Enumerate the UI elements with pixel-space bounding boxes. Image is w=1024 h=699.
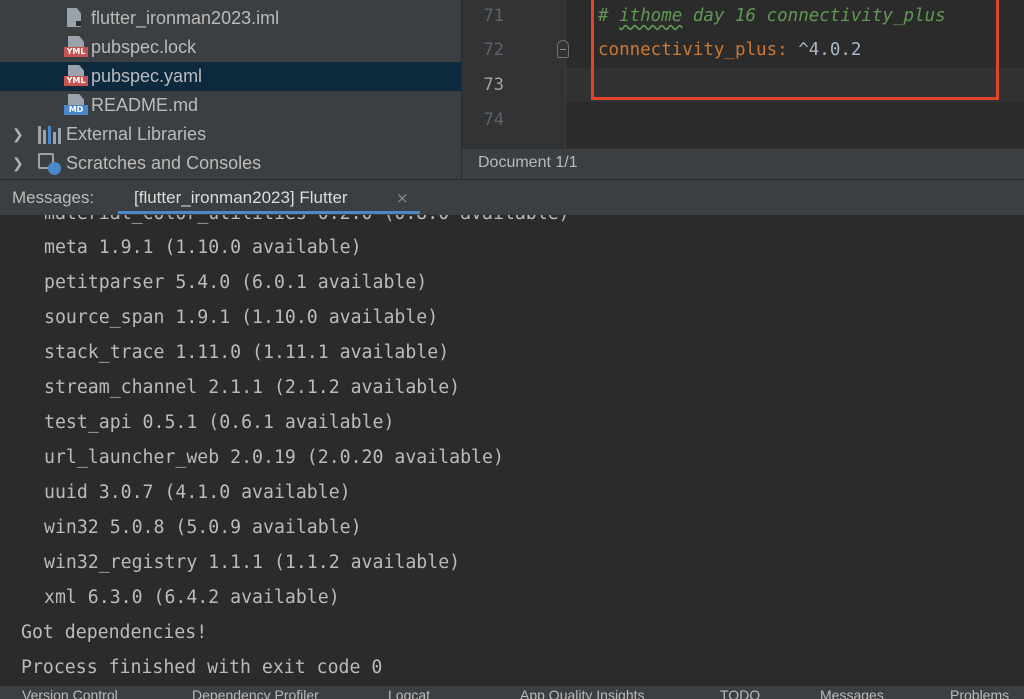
- tool-button-messages[interactable]: Messages: [820, 687, 884, 699]
- tree-item-label: pubspec.lock: [91, 37, 197, 57]
- tree-item-iml[interactable]: flutter_ironman2023.iml: [0, 4, 461, 33]
- console-line: win32_registry 1.1.1 (1.1.2 available): [44, 552, 461, 573]
- tab-flutter-messages[interactable]: [flutter_ironman2023] Flutter ×: [118, 180, 420, 214]
- tab-label: [flutter_ironman2023] Flutter: [134, 188, 348, 207]
- tree-item-pubspec-yaml[interactable]: YML pubspec.yaml: [0, 62, 461, 91]
- chevron-right-icon[interactable]: ❯: [12, 155, 26, 171]
- console-line: win32 5.0.8 (5.0.9 available): [44, 517, 362, 538]
- project-tree: flutter_ironman2023.iml YML pubspec.lock…: [0, 0, 461, 179]
- line-number: 73: [483, 75, 504, 95]
- editor-breadcrumb: Document 1/1: [462, 148, 1024, 180]
- tree-item-label: flutter_ironman2023.iml: [91, 8, 280, 28]
- yaml-file-icon: YML: [64, 36, 88, 58]
- console-line-got-dependencies: Got dependencies!: [21, 622, 208, 643]
- tree-item-label: External Libraries: [66, 124, 207, 144]
- console-line-exit-code: Process finished with exit code 0: [21, 657, 383, 678]
- close-icon[interactable]: ×: [396, 189, 409, 207]
- iml-file-icon: [67, 8, 81, 27]
- tree-item-label: README.md: [91, 95, 199, 115]
- tree-item-scratches[interactable]: ❯ Scratches and Consoles: [0, 149, 461, 178]
- console-line: xml 6.3.0 (6.4.2 available): [44, 587, 340, 608]
- scratches-icon: [38, 153, 62, 175]
- tree-item-external-libraries[interactable]: ❯ External Libraries: [0, 120, 461, 149]
- line-number: 71: [483, 6, 504, 26]
- console-line: material_color_utilities 0.2.0 (0.8.0 av…: [44, 215, 570, 224]
- tree-item-label: pubspec.yaml: [91, 66, 203, 86]
- console-line: stack_trace 1.11.0 (1.11.1 available): [44, 342, 450, 363]
- tool-button-version-control[interactable]: Version Control: [22, 687, 118, 699]
- messages-title: Messages:: [12, 188, 95, 207]
- markdown-file-icon: MD: [64, 94, 88, 116]
- console-line: test_api 0.5.1 (0.6.1 available): [44, 412, 395, 433]
- tool-window-bar: Version Control Dependency Profiler Logc…: [0, 685, 1024, 699]
- console-line: source_span 1.9.1 (1.10.0 available): [44, 307, 439, 328]
- tree-item-pubspec-lock[interactable]: YML pubspec.lock: [0, 33, 461, 62]
- annotation-highlight-box: [591, 0, 999, 100]
- line-number: 74: [483, 110, 504, 130]
- library-icon: [38, 126, 62, 144]
- fold-marker-icon[interactable]: [557, 40, 569, 58]
- tool-button-dependency-profiler[interactable]: Dependency Profiler: [192, 687, 319, 699]
- console-line: meta 1.9.1 (1.10.0 available): [44, 237, 362, 258]
- tool-button-app-quality[interactable]: App Quality Insights: [520, 687, 645, 699]
- tree-item-label: Scratches and Consoles: [66, 153, 262, 173]
- yaml-file-icon: YML: [64, 65, 88, 87]
- tool-button-problems[interactable]: Problems: [950, 687, 1009, 699]
- console-line: stream_channel 2.1.1 (2.1.2 available): [44, 377, 461, 398]
- messages-console[interactable]: material_color_utilities 0.2.0 (0.8.0 av…: [0, 215, 1024, 685]
- breadcrumb-label: Document 1/1: [478, 154, 578, 171]
- chevron-right-icon[interactable]: ❯: [12, 126, 26, 142]
- tree-item-readme[interactable]: MD README.md: [0, 91, 461, 120]
- tool-button-todo[interactable]: TODO: [720, 687, 760, 699]
- console-line: uuid 3.0.7 (4.1.0 available): [44, 482, 351, 503]
- line-number: 72: [483, 40, 504, 60]
- messages-header: Messages: [flutter_ironman2023] Flutter …: [0, 179, 1024, 216]
- tool-button-logcat[interactable]: Logcat: [388, 687, 430, 699]
- console-line: url_launcher_web 2.0.19 (2.0.20 availabl…: [44, 447, 504, 468]
- console-line: petitparser 5.4.0 (6.0.1 available): [44, 272, 428, 293]
